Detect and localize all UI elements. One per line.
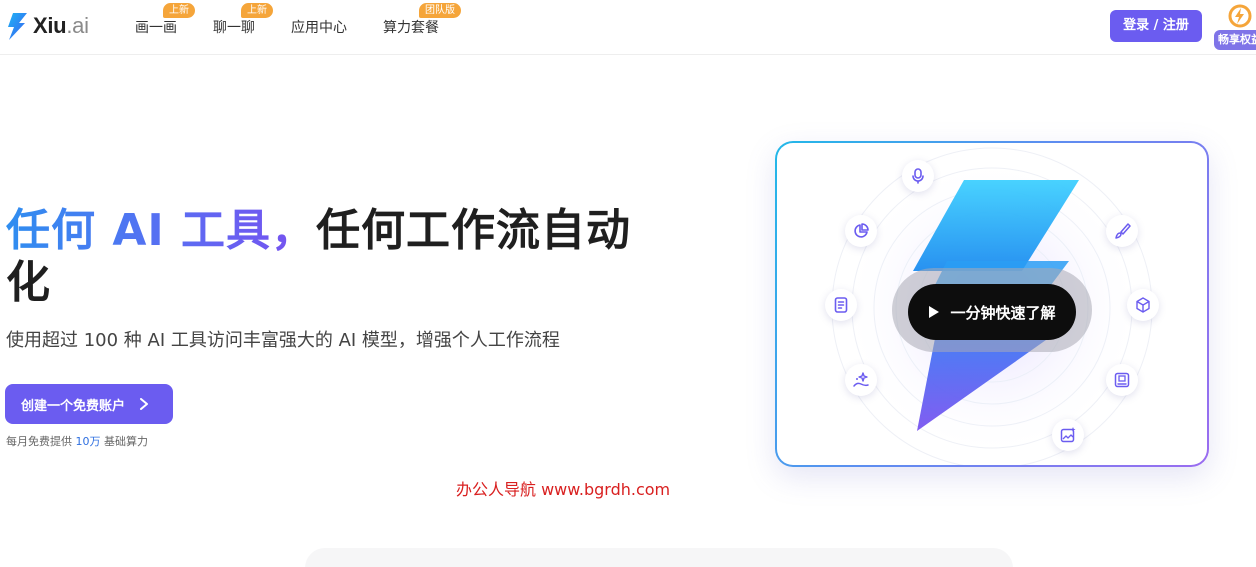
chevron-right-icon	[140, 398, 149, 410]
chart-pie-icon	[845, 215, 877, 247]
new-badge: 上新	[241, 3, 273, 18]
intro-video-card[interactable]: 一分钟快速了解	[775, 141, 1209, 467]
image-frame-icon	[1106, 364, 1138, 396]
team-badge: 团队版	[419, 3, 461, 18]
bottom-panel-edge	[305, 548, 1013, 567]
quota-value: 10万	[75, 435, 101, 448]
play-intro-video-button[interactable]: 一分钟快速了解	[908, 284, 1076, 340]
lightning-bolt-icon	[1228, 4, 1252, 28]
logo-text: Xiu.ai	[33, 13, 89, 38]
document-icon	[825, 289, 857, 321]
nav-item-chat[interactable]: 聊一聊	[213, 17, 255, 37]
lightning-logo-icon	[8, 13, 27, 40]
free-quota-note: 每月免费提供 10万 基础算力	[6, 435, 148, 448]
new-badge: 上新	[163, 3, 195, 18]
create-free-account-button[interactable]: 创建一个免费账户	[5, 384, 173, 424]
sparkles-icon	[845, 364, 877, 396]
play-label: 一分钟快速了解	[950, 303, 1056, 322]
brush-icon	[1106, 215, 1138, 247]
vip-benefits[interactable]: 畅享权益	[1214, 4, 1256, 50]
logo[interactable]: Xiu.ai	[6, 10, 89, 42]
hero-subtitle: 使用超过 100 种 AI 工具访问丰富强大的 AI 模型，增强个人工作流程	[6, 330, 560, 351]
vip-label: 畅享权益	[1214, 30, 1256, 50]
video-card-inner: 一分钟快速了解	[777, 143, 1207, 465]
hero-title-highlight: 任何 AI 工具，	[6, 205, 317, 256]
cube-icon	[1127, 289, 1159, 321]
microphone-icon	[902, 160, 934, 192]
watermark-text: 办公人导航 www.bgrdh.com	[456, 480, 671, 499]
play-icon	[929, 306, 940, 318]
nav-item-draw[interactable]: 画一画	[135, 17, 177, 37]
cta-label: 创建一个免费账户	[21, 398, 126, 414]
top-header: Xiu.ai 画一画 上新 聊一聊 上新 应用中心 算力套餐 团队版 登录 / …	[0, 0, 1256, 55]
login-register-button[interactable]: 登录 / 注册	[1110, 10, 1202, 42]
hero-title: 任何 AI 工具，任何工作流自动化	[6, 205, 666, 309]
nav-item-app-center[interactable]: 应用中心	[291, 17, 347, 37]
nav-item-pricing[interactable]: 算力套餐	[383, 17, 439, 37]
image-sparkle-icon	[1052, 419, 1084, 451]
